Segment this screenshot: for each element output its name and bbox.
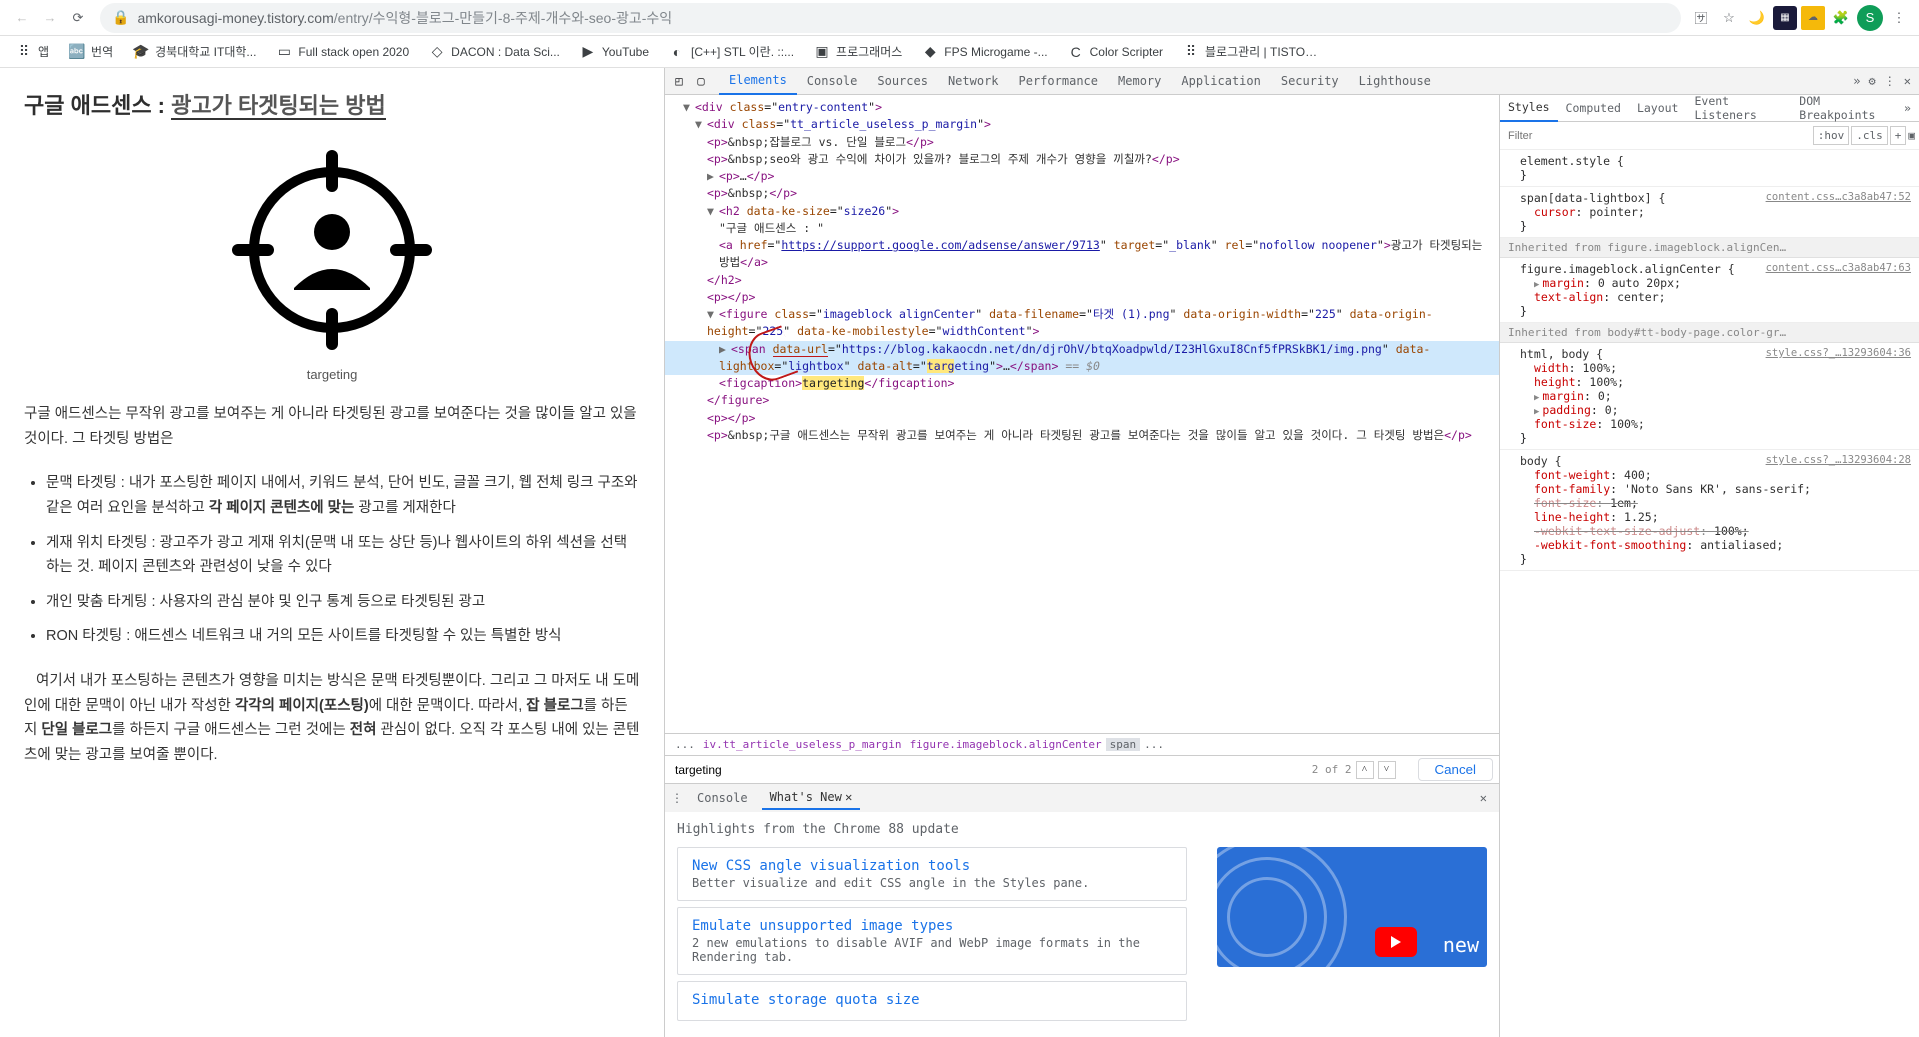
list-item: RON 타겟팅 : 애드센스 네트워크 내 거의 모든 사이트를 타겟팅할 수 … — [46, 624, 640, 649]
styles-more-icon[interactable]: » — [1896, 95, 1919, 122]
devtools-toolbar: ◰ ▢ ElementsConsoleSourcesNetworkPerform… — [665, 68, 1919, 95]
devtools-tab-elements[interactable]: Elements — [719, 68, 797, 95]
drawer-menu-icon[interactable]: ⋮ — [671, 791, 683, 805]
star-icon[interactable]: ☆ — [1717, 6, 1741, 30]
url-text: amkorousagi-money.tistory.com/entry/수익형-… — [137, 8, 1669, 28]
lock-icon: 🔒 — [112, 9, 129, 26]
dom-breadcrumb[interactable]: ... iv.tt_article_useless_p_margin figur… — [665, 733, 1499, 755]
ext-icon-1[interactable]: 🌙 — [1745, 6, 1769, 30]
menu-icon[interactable]: ⋮ — [1887, 6, 1911, 30]
styles-tab-styles[interactable]: Styles — [1500, 95, 1558, 122]
news-item[interactable]: Emulate unsupported image types2 new emu… — [677, 907, 1187, 975]
elements-search-bar: 2 of 2 ˄ ˅ Cancel — [665, 755, 1499, 783]
hov-toggle[interactable]: :hov — [1813, 126, 1850, 145]
bookmark-item[interactable]: ◐[C++] STL 이란. ::... — [661, 39, 802, 64]
inherit-separator: Inherited from body#tt-body-page.color-g… — [1500, 323, 1919, 343]
profile-avatar[interactable]: S — [1857, 5, 1883, 31]
figure-caption: targeting — [24, 367, 640, 382]
forward-button[interactable]: → — [36, 4, 64, 32]
devtools-tab-lighthouse[interactable]: Lighthouse — [1349, 68, 1441, 95]
css-rule[interactable]: figure.imageblock.alignCenter {content.c… — [1500, 258, 1919, 323]
bookmark-item[interactable]: 🎓경북대학교 IT대학... — [125, 39, 264, 64]
bookmark-item[interactable]: ⠿앱 — [8, 39, 57, 64]
devtools-tab-network[interactable]: Network — [938, 68, 1009, 95]
page-heading: 구글 애드센스 : 광고가 타겟팅되는 방법 — [24, 88, 640, 120]
inspect-icon[interactable]: ◰ — [671, 74, 687, 88]
ext-icon-3[interactable]: ☁ — [1801, 6, 1825, 30]
browser-actions: 🈂 ☆ 🌙 ▦ ☁ 🧩 S ⋮ — [1689, 5, 1911, 31]
styles-filter-input[interactable] — [1500, 126, 1809, 146]
cancel-button[interactable]: Cancel — [1418, 758, 1494, 781]
reload-button[interactable]: ⟳ — [64, 4, 92, 32]
settings-icon[interactable]: ⚙ — [1869, 74, 1876, 88]
css-rule[interactable]: span[data-lightbox] {content.css…c3a8ab4… — [1500, 187, 1919, 238]
search-count: 2 of 2 — [1312, 763, 1352, 776]
heading-link[interactable]: 광고가 타겟팅되는 방법 — [171, 93, 386, 120]
devtools-tab-application[interactable]: Application — [1171, 68, 1270, 95]
page-content: 구글 애드센스 : 광고가 타겟팅되는 방법 targeting 구글 애드센스… — [0, 68, 664, 1037]
drawer-close-icon[interactable]: ✕ — [1474, 791, 1493, 805]
back-button[interactable]: ← — [8, 4, 36, 32]
target-figure: targeting — [24, 140, 640, 382]
intro-text: 구글 애드센스는 무작위 광고를 보여주는 게 아니라 타겟팅된 광고를 보여준… — [24, 402, 640, 451]
news-item[interactable]: New CSS angle visualization toolsBetter … — [677, 847, 1187, 901]
close-tab-icon[interactable]: ✕ — [845, 790, 852, 804]
devtools-tab-sources[interactable]: Sources — [867, 68, 938, 95]
styles-tab-computed[interactable]: Computed — [1558, 95, 1629, 122]
devtools-menu-icon[interactable]: ⋮ — [1884, 74, 1896, 88]
devtools-close-icon[interactable]: ✕ — [1904, 74, 1911, 88]
dom-tree[interactable]: ▼<div class="entry-content"> ▼<div class… — [665, 95, 1499, 733]
css-rule[interactable]: body {style.css?_…13293604:28font-weight… — [1500, 450, 1919, 571]
drawer-tab-console[interactable]: Console — [689, 787, 756, 809]
drawer-tab-whatsnew[interactable]: What's New ✕ — [762, 786, 861, 810]
styles-tab-layout[interactable]: Layout — [1629, 95, 1687, 122]
devtools-tab-memory[interactable]: Memory — [1108, 68, 1171, 95]
drawer-heading: Highlights from the Chrome 88 update — [677, 822, 1487, 837]
search-input[interactable] — [671, 759, 1308, 781]
bookmark-item[interactable]: ⠿블로그관리 | TISTO… — [1175, 39, 1325, 64]
bookmarks-bar: ⠿앱🔤번역🎓경북대학교 IT대학...▭Full stack open 2020… — [0, 36, 1919, 68]
play-icon — [1375, 927, 1417, 957]
bookmark-item[interactable]: ◇DACON : Data Sci... — [421, 39, 568, 64]
target-icon — [222, 140, 442, 363]
list-item: 문맥 타겟팅 : 내가 포스팅한 페이지 내에서, 키워드 분석, 단어 빈도,… — [46, 471, 640, 520]
devtools-panel: ◰ ▢ ElementsConsoleSourcesNetworkPerform… — [664, 68, 1919, 1037]
browser-toolbar: ← → ⟳ 🔒 amkorousagi-money.tistory.com/en… — [0, 0, 1919, 36]
bookmark-item[interactable]: ◆FPS Microgame -... — [914, 39, 1055, 64]
styles-tab-event-listeners[interactable]: Event Listeners — [1686, 95, 1791, 122]
ext-icon-2[interactable]: ▦ — [1773, 6, 1797, 30]
styles-panel: StylesComputedLayoutEvent ListenersDOM B… — [1499, 95, 1919, 1037]
devtools-tab-security[interactable]: Security — [1271, 68, 1349, 95]
bookmark-item[interactable]: ▣프로그래머스 — [806, 39, 910, 64]
list-item: 게재 위치 타겟팅 : 광고주가 광고 게재 위치(문맥 내 또는 상단 등)나… — [46, 531, 640, 580]
devtools-tab-performance[interactable]: Performance — [1009, 68, 1108, 95]
search-prev[interactable]: ˄ — [1356, 761, 1374, 779]
styles-tab-dom-breakpoints[interactable]: DOM Breakpoints — [1791, 95, 1896, 122]
bookmark-item[interactable]: CColor Scripter — [1060, 39, 1171, 64]
translate-icon[interactable]: 🈂 — [1689, 6, 1713, 30]
list-item: 개인 맞춤 타게팅 : 사용자의 관심 분야 및 인구 통계 등으로 타겟팅된 … — [46, 590, 640, 615]
inherit-separator: Inherited from figure.imageblock.alignCe… — [1500, 238, 1919, 258]
paragraph-2: 여기서 내가 포스팅하는 콘텐츠가 영향을 미치는 방식은 문맥 타겟팅뿐이다.… — [24, 669, 640, 768]
more-tabs-icon[interactable]: » — [1853, 74, 1860, 88]
devtools-tab-console[interactable]: Console — [797, 68, 868, 95]
css-rule[interactable]: html, body {style.css?_…13293604:36width… — [1500, 343, 1919, 450]
promo-video[interactable]: new — [1217, 847, 1487, 967]
cls-toggle[interactable]: .cls — [1851, 126, 1888, 145]
extensions-icon[interactable]: 🧩 — [1829, 6, 1853, 30]
address-bar[interactable]: 🔒 amkorousagi-money.tistory.com/entry/수익… — [100, 3, 1681, 33]
new-rule-icon[interactable]: + — [1890, 126, 1907, 145]
css-rule[interactable]: element.style {} — [1500, 150, 1919, 187]
console-drawer: ⋮ Console What's New ✕ ✕ Highlights from… — [665, 783, 1499, 1037]
bullet-list: 문맥 타겟팅 : 내가 포스팅한 페이지 내에서, 키워드 분석, 단어 빈도,… — [46, 471, 640, 649]
bookmark-item[interactable]: ▶YouTube — [572, 39, 657, 64]
device-icon[interactable]: ▢ — [693, 74, 709, 88]
bookmark-item[interactable]: 🔤번역 — [61, 39, 121, 64]
sidebar-toggle-icon[interactable]: ▣ — [1908, 129, 1915, 142]
elements-panel: ▼<div class="entry-content"> ▼<div class… — [665, 95, 1499, 1037]
search-next[interactable]: ˅ — [1378, 761, 1396, 779]
news-item[interactable]: Simulate storage quota size — [677, 981, 1187, 1021]
bookmark-item[interactable]: ▭Full stack open 2020 — [268, 39, 417, 64]
